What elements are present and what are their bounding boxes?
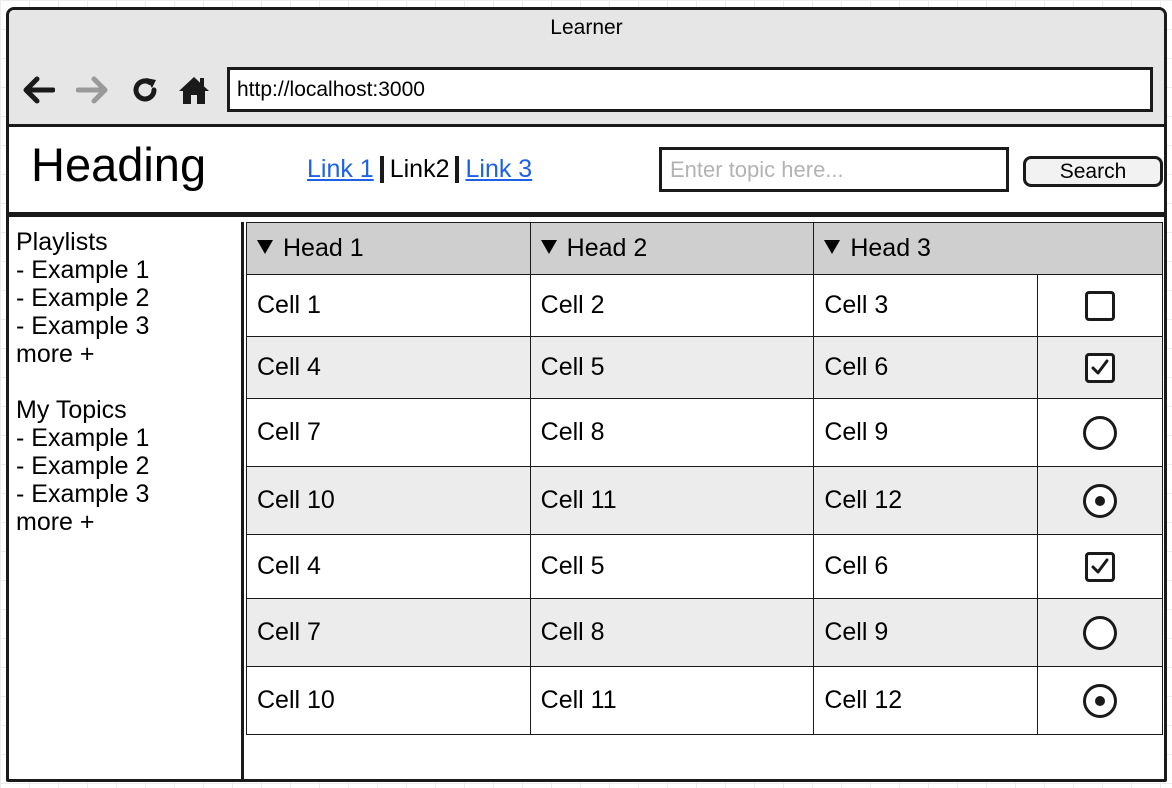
table-cell: Cell 12 xyxy=(813,666,1039,735)
topic-item[interactable]: - Example 1 xyxy=(16,424,241,452)
topic-item[interactable]: - Example 3 xyxy=(16,480,241,508)
radio-selected[interactable] xyxy=(1083,483,1118,518)
window-title: Learner xyxy=(550,16,623,39)
forward-arrow-icon[interactable] xyxy=(72,72,112,108)
checkbox-checked[interactable] xyxy=(1085,352,1116,383)
reload-icon[interactable] xyxy=(125,72,165,108)
table-row: Cell 10 Cell 11 Cell 12 xyxy=(246,666,1163,735)
nav-link-1[interactable]: Link 1 xyxy=(307,155,374,184)
table-cell: Cell 8 xyxy=(529,398,815,467)
table-row: Cell 10 Cell 11 Cell 12 xyxy=(246,466,1163,535)
control-cell xyxy=(1037,274,1163,337)
page-header: Heading Link 1 Link2 Link 3 Enter topic … xyxy=(9,127,1164,217)
table-row: Cell 7 Cell 8 Cell 9 xyxy=(246,598,1163,667)
table-cell: Cell 4 xyxy=(246,534,531,599)
table-cell: Cell 10 xyxy=(246,466,531,535)
playlist-item[interactable]: - Example 3 xyxy=(16,312,241,340)
table-cell: Cell 11 xyxy=(529,666,815,735)
playlists-more-link[interactable]: more + xyxy=(16,340,241,368)
column-header-control xyxy=(1037,222,1163,275)
table-row: Cell 4 Cell 5 Cell 6 xyxy=(246,534,1163,599)
table-cell: Cell 6 xyxy=(813,336,1039,399)
table-cell: Cell 9 xyxy=(813,398,1039,467)
control-cell xyxy=(1037,466,1163,535)
table-cell: Cell 2 xyxy=(529,274,815,337)
radio-selected[interactable] xyxy=(1083,683,1118,718)
radio-dot-icon xyxy=(1095,495,1106,506)
control-cell xyxy=(1037,666,1163,735)
back-arrow-icon[interactable] xyxy=(19,72,59,108)
checkbox-unchecked[interactable] xyxy=(1085,290,1116,321)
table-cell: Cell 1 xyxy=(246,274,531,337)
table-cell: Cell 10 xyxy=(246,666,531,735)
table-cell: Cell 9 xyxy=(813,598,1039,667)
nav-link-3[interactable]: Link 3 xyxy=(465,155,532,184)
table-cell: Cell 3 xyxy=(813,274,1039,337)
table-cell: Cell 5 xyxy=(529,534,815,599)
sidebar: Playlists - Example 1 - Example 2 - Exam… xyxy=(9,222,244,779)
nav-link-2-current: Link2 xyxy=(389,155,450,183)
control-cell xyxy=(1037,598,1163,667)
nav-links: Link 1 Link2 Link 3 xyxy=(307,155,532,184)
table-row: Cell 7 Cell 8 Cell 9 xyxy=(246,398,1163,467)
topic-item[interactable]: - Example 2 xyxy=(16,452,241,480)
sort-down-icon xyxy=(257,240,273,255)
table-area: Head 1 Head 2 Head 3 Cell 1 Cell 2 Cell 3C… xyxy=(244,222,1164,779)
check-icon xyxy=(1091,558,1109,574)
playlists-title: Playlists xyxy=(16,228,108,256)
control-cell xyxy=(1037,398,1163,467)
radio-unselected[interactable] xyxy=(1083,415,1118,450)
sort-down-icon xyxy=(540,240,557,255)
link-separator xyxy=(379,156,384,183)
playlist-item[interactable]: - Example 1 xyxy=(16,256,241,284)
radio-dot-icon xyxy=(1095,695,1106,706)
page-heading: Heading xyxy=(31,138,207,191)
table-header-row: Head 1 Head 2 Head 3 xyxy=(246,222,1163,275)
check-icon xyxy=(1091,359,1109,375)
link-separator xyxy=(455,156,460,183)
control-cell xyxy=(1037,534,1163,599)
table-cell: Cell 6 xyxy=(813,534,1039,599)
column-header-1[interactable]: Head 1 xyxy=(246,222,531,275)
search-input[interactable]: Enter topic here... xyxy=(659,147,1009,192)
table-cell: Cell 7 xyxy=(246,398,531,467)
browser-chrome: Learner http://localhost:3000 xyxy=(9,10,1164,127)
table-cell: Cell 11 xyxy=(529,466,815,535)
table-cell: Cell 5 xyxy=(529,336,815,399)
table-cell: Cell 12 xyxy=(813,466,1039,535)
playlist-item[interactable]: - Example 2 xyxy=(16,284,241,312)
table-cell: Cell 8 xyxy=(529,598,815,667)
table-cell: Cell 7 xyxy=(246,598,531,667)
data-table: Head 1 Head 2 Head 3 Cell 1 Cell 2 Cell 3C… xyxy=(246,222,1163,735)
sort-down-icon xyxy=(824,240,841,255)
topics-title: My Topics xyxy=(16,396,127,424)
table-cell: Cell 4 xyxy=(246,336,531,399)
topics-more-link[interactable]: more + xyxy=(16,508,241,536)
browser-window: Learner http://localhost:3000 Heading Li… xyxy=(6,7,1167,782)
column-header-2[interactable]: Head 2 xyxy=(529,222,815,275)
radio-unselected[interactable] xyxy=(1083,615,1118,650)
table-row: Cell 1 Cell 2 Cell 3 xyxy=(246,274,1163,337)
address-bar[interactable]: http://localhost:3000 xyxy=(227,67,1153,112)
search-button[interactable]: Search xyxy=(1023,156,1163,187)
table-row: Cell 4 Cell 5 Cell 6 xyxy=(246,336,1163,399)
column-header-3[interactable]: Head 3 xyxy=(813,222,1038,275)
checkbox-checked[interactable] xyxy=(1085,551,1116,582)
control-cell xyxy=(1037,336,1163,399)
home-icon[interactable] xyxy=(174,72,214,108)
